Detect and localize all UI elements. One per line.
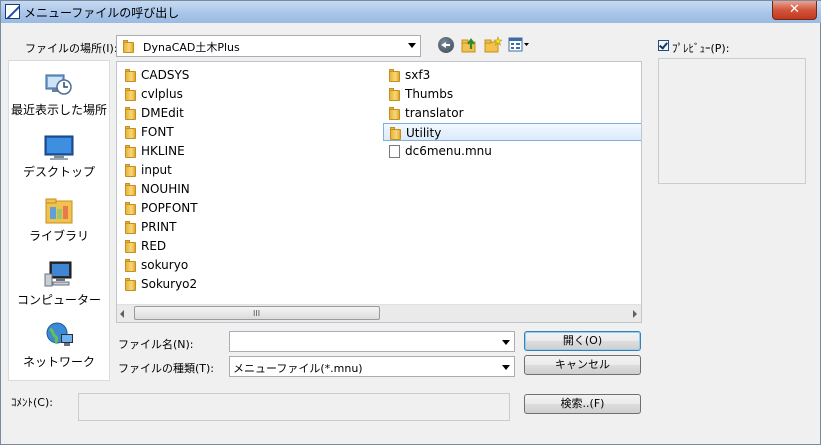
list-item[interactable]: Thumbs	[383, 85, 638, 103]
comment-label: ｺﾒﾝﾄ(C):	[11, 396, 53, 409]
network-icon	[44, 321, 74, 349]
place-label: 最近表示した場所	[10, 103, 107, 117]
folder-icon	[125, 69, 136, 82]
cancel-button[interactable]: キャンセル	[524, 355, 641, 375]
place-desktop[interactable]: デスクトップ	[9, 131, 111, 187]
open-button[interactable]: 開く(O)	[524, 331, 641, 351]
scroll-thumb[interactable]: III	[134, 306, 380, 320]
folder-icon	[125, 107, 136, 120]
folder-icon	[125, 88, 136, 101]
folder-icon	[123, 40, 134, 53]
list-item[interactable]: DMEdit	[119, 104, 369, 122]
folder-icon	[125, 221, 136, 234]
list-item[interactable]: CADSYS	[119, 66, 369, 84]
list-item[interactable]: POPFONT	[119, 199, 369, 217]
filename-field[interactable]	[229, 331, 515, 352]
lookin-value: DynaCAD土木Plus	[143, 41, 240, 54]
place-recent[interactable]: 最近表示した場所	[9, 67, 111, 127]
list-item[interactable]: translator	[383, 104, 638, 122]
place-label: ネットワーク	[22, 355, 95, 369]
title-bar[interactable]: メニューファイルの呼び出し ✕	[1, 1, 821, 23]
file-icon	[389, 145, 400, 158]
desktop-icon	[44, 134, 74, 162]
list-item[interactable]: sxf3	[383, 66, 638, 84]
up-folder-icon[interactable]	[461, 36, 479, 54]
preview-pane	[658, 58, 806, 184]
folder-icon	[125, 259, 136, 272]
window-title: メニューファイルの呼び出し	[24, 6, 180, 20]
place-label: デスクトップ	[22, 165, 95, 179]
folder-icon	[125, 278, 136, 291]
list-item[interactable]: NOUHIN	[119, 180, 369, 198]
folder-icon	[125, 145, 136, 158]
list-item[interactable]: RED	[119, 237, 369, 255]
place-label: ライブラリ	[28, 229, 89, 243]
grip-icon: III	[253, 309, 261, 318]
horizontal-scrollbar[interactable]: III	[117, 304, 641, 322]
folder-icon	[125, 240, 136, 253]
chevron-down-icon[interactable]	[502, 340, 510, 345]
list-item[interactable]: dc6menu.mnu	[383, 142, 638, 160]
places-bar: 最近表示した場所 デスクトップ ライブラリ コンピューター ネットワーク	[8, 60, 110, 381]
filetype-select[interactable]: メニューファイル(*.mnu)	[229, 356, 515, 377]
folder-icon	[125, 126, 136, 139]
folder-icon	[389, 107, 400, 120]
libraries-icon	[44, 197, 74, 225]
recent-places-icon	[44, 70, 74, 98]
list-item[interactable]: Sokuryo2	[119, 275, 369, 293]
file-list[interactable]: CADSYS cvlplus DMEdit FONT HKLINE input …	[116, 61, 642, 323]
place-label: コンピューター	[16, 293, 101, 307]
computer-icon	[44, 260, 74, 288]
list-item[interactable]: sokuryo	[119, 256, 369, 274]
close-button[interactable]: ✕	[772, 1, 817, 20]
lookin-label: ファイルの場所(I):	[25, 42, 118, 55]
filetype-label: ファイルの種類(T):	[118, 362, 215, 375]
file-open-dialog: メニューファイルの呼び出し ✕ ファイルの場所(I): DynaCAD土木Plu…	[0, 0, 821, 445]
app-icon	[5, 4, 20, 19]
folder-icon	[389, 88, 400, 101]
list-item[interactable]: PRINT	[119, 218, 369, 236]
folder-icon	[389, 69, 400, 82]
preview-label: ﾌﾟﾚﾋﾞｭｰ(P):	[672, 42, 730, 55]
scroll-right-icon[interactable]	[633, 310, 637, 318]
folder-icon	[125, 164, 136, 177]
preview-checkbox[interactable]	[658, 40, 669, 51]
view-menu-icon[interactable]	[508, 36, 530, 54]
chevron-down-icon	[502, 365, 510, 370]
place-network[interactable]: ネットワーク	[9, 319, 111, 377]
back-arrow-icon[interactable]	[438, 37, 454, 53]
chevron-down-icon	[408, 43, 416, 48]
filename-label: ファイル名(N):	[118, 338, 194, 351]
place-libraries[interactable]: ライブラリ	[9, 194, 111, 250]
filetype-value: メニューファイル(*.mnu)	[233, 362, 363, 375]
place-computer[interactable]: コンピューター	[9, 257, 111, 313]
comment-field	[78, 393, 510, 421]
folder-icon	[390, 127, 401, 140]
list-item[interactable]: FONT	[119, 123, 369, 141]
lookin-dropdown[interactable]: DynaCAD土木Plus	[116, 35, 421, 57]
list-item[interactable]: input	[119, 161, 369, 179]
list-item-selected[interactable]: Utility	[383, 123, 641, 141]
scroll-left-icon[interactable]	[120, 310, 124, 318]
close-icon: ✕	[789, 2, 800, 17]
list-item[interactable]: HKLINE	[119, 142, 369, 160]
new-folder-icon[interactable]	[484, 36, 503, 54]
folder-icon	[125, 183, 136, 196]
search-button[interactable]: 検索..(F)	[524, 394, 641, 414]
folder-icon	[125, 202, 136, 215]
list-item[interactable]: cvlplus	[119, 85, 369, 103]
